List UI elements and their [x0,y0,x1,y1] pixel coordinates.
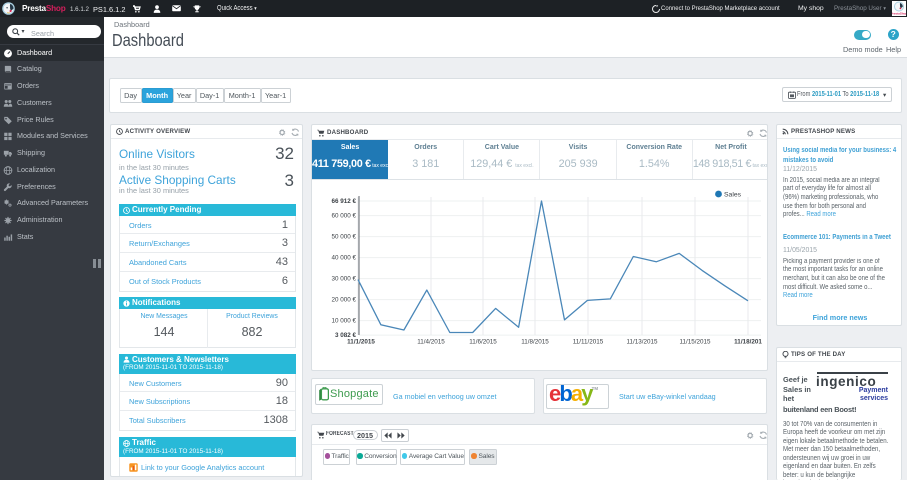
svg-text:11/13/2015: 11/13/2015 [626,338,658,345]
svg-text:11/4/2015: 11/4/2015 [417,338,445,345]
svg-text:66 912 €: 66 912 € [331,198,356,205]
svg-text:11/8/2015: 11/8/2015 [521,338,549,345]
svg-text:11/6/2015: 11/6/2015 [469,338,497,345]
svg-text:11/11/2015: 11/11/2015 [573,338,604,345]
svg-text:PrestaShop: PrestaShop [892,12,906,16]
svg-text:60 000 €: 60 000 € [331,212,356,219]
svg-text:50 000 €: 50 000 € [331,233,356,240]
svg-text:10 000 €: 10 000 € [331,317,356,324]
svg-text:30 000 €: 30 000 € [331,275,356,282]
svg-text:11/18/201: 11/18/201 [734,338,762,345]
svg-text:20 000 €: 20 000 € [331,296,356,303]
svg-text:11/1/2015: 11/1/2015 [347,338,375,345]
svg-text:11/15/2015: 11/15/2015 [679,338,711,345]
svg-text:40 000 €: 40 000 € [331,254,356,261]
svg-text:Sales: Sales [724,191,742,198]
